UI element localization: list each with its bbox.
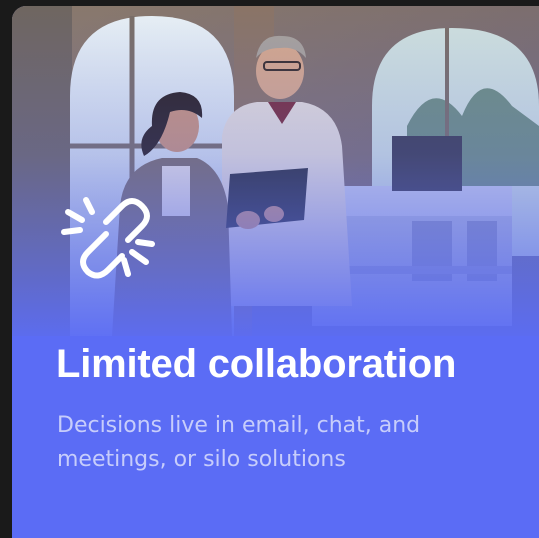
- broken-link-icon: [52, 192, 160, 280]
- card-description: Decisions live in email, chat, and meeti…: [57, 413, 421, 472]
- collaboration-card: Limited collaboration Decisions live in …: [12, 6, 539, 538]
- card-title: Limited collaboration: [56, 342, 457, 386]
